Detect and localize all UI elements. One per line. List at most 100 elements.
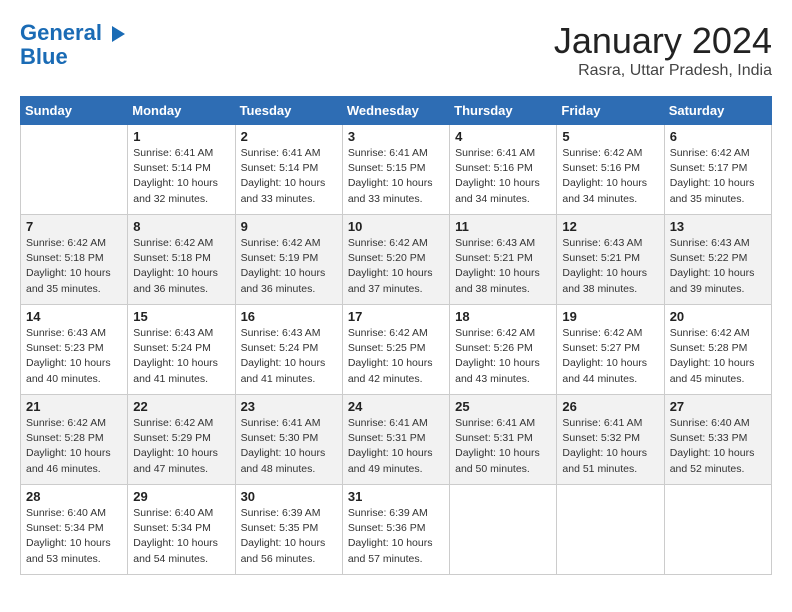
calendar-cell: 2Sunrise: 6:41 AM Sunset: 5:14 PM Daylig… (235, 125, 342, 215)
day-number: 10 (348, 219, 444, 234)
calendar-cell: 6 Sunrise: 6:42 AM Sunset: 5:17 PM Daylig… (664, 125, 771, 215)
month-title: January 2024 (554, 20, 772, 62)
calendar-cell: 30 Sunrise: 6:39 AM Sunset: 5:35 PM Dayli… (235, 485, 342, 575)
day-detail: Sunrise: 6:39 AM Sunset: 5:36 PM Dayligh… (348, 506, 444, 567)
calendar-cell: 13Sunrise: 6:43 AM Sunset: 5:22 PM Dayli… (664, 215, 771, 305)
day-detail: Sunrise: 6:39 AM Sunset: 5:35 PM Dayligh… (241, 506, 337, 567)
day-number: 25 (455, 399, 551, 414)
day-detail: Sunrise: 6:43 AM Sunset: 5:21 PM Dayligh… (455, 236, 551, 297)
calendar-cell: 22 Sunrise: 6:42 AM Sunset: 5:29 PM Dayli… (128, 395, 235, 485)
day-detail: Sunrise: 6:41 AM Sunset: 5:31 PM Dayligh… (455, 416, 551, 477)
day-number: 31 (348, 489, 444, 504)
calendar-cell: 8 Sunrise: 6:42 AM Sunset: 5:18 PM Daylig… (128, 215, 235, 305)
title-block: January 2024 Rasra, Uttar Pradesh, India (554, 20, 772, 80)
day-number: 23 (241, 399, 337, 414)
day-detail: Sunrise: 6:40 AM Sunset: 5:33 PM Dayligh… (670, 416, 766, 477)
day-detail: Sunrise: 6:42 AM Sunset: 5:27 PM Dayligh… (562, 326, 658, 387)
logo: General Blue (20, 20, 125, 70)
calendar-cell: 25 Sunrise: 6:41 AM Sunset: 5:31 PM Dayli… (450, 395, 557, 485)
day-detail: Sunrise: 6:43 AM Sunset: 5:24 PM Dayligh… (133, 326, 229, 387)
day-number: 20 (670, 309, 766, 324)
calendar-cell: 9 Sunrise: 6:42 AM Sunset: 5:19 PM Daylig… (235, 215, 342, 305)
calendar-cell: 24 Sunrise: 6:41 AM Sunset: 5:31 PM Dayli… (342, 395, 449, 485)
day-number: 29 (133, 489, 229, 504)
calendar-cell: 31 Sunrise: 6:39 AM Sunset: 5:36 PM Dayli… (342, 485, 449, 575)
calendar-cell (557, 485, 664, 575)
day-number: 18 (455, 309, 551, 324)
day-detail: Sunrise: 6:42 AM Sunset: 5:19 PM Dayligh… (241, 236, 337, 297)
logo-general: General (20, 20, 102, 45)
col-header-tuesday: Tuesday (235, 97, 342, 125)
day-number: 24 (348, 399, 444, 414)
calendar-cell (450, 485, 557, 575)
day-number: 8 (133, 219, 229, 234)
logo-arrow-shape (112, 26, 125, 42)
day-detail: Sunrise: 6:41 AM Sunset: 5:31 PM Dayligh… (348, 416, 444, 477)
calendar-cell: 26 Sunrise: 6:41 AM Sunset: 5:32 PM Dayli… (557, 395, 664, 485)
calendar-cell: 11 Sunrise: 6:43 AM Sunset: 5:21 PM Dayli… (450, 215, 557, 305)
day-detail: Sunrise: 6:42 AM Sunset: 5:28 PM Dayligh… (670, 326, 766, 387)
day-detail: Sunrise: 6:41 AM Sunset: 5:14 PM Dayligh… (241, 146, 337, 207)
calendar-cell: 18 Sunrise: 6:42 AM Sunset: 5:26 PM Dayli… (450, 305, 557, 395)
day-number: 5 (562, 129, 658, 144)
day-detail: Sunrise: 6:41 AM Sunset: 5:16 PM Dayligh… (455, 146, 551, 207)
calendar-cell: 28 Sunrise: 6:40 AM Sunset: 5:34 PM Dayli… (21, 485, 128, 575)
col-header-friday: Friday (557, 97, 664, 125)
calendar-cell: 19 Sunrise: 6:42 AM Sunset: 5:27 PM Dayli… (557, 305, 664, 395)
day-detail: Sunrise: 6:41 AM Sunset: 5:32 PM Dayligh… (562, 416, 658, 477)
calendar-cell: 29 Sunrise: 6:40 AM Sunset: 5:34 PM Dayli… (128, 485, 235, 575)
location: Rasra, Uttar Pradesh, India (554, 62, 772, 80)
day-number: 22 (133, 399, 229, 414)
calendar-cell: 15 Sunrise: 6:43 AM Sunset: 5:24 PM Dayli… (128, 305, 235, 395)
calendar-cell: 10 Sunrise: 6:42 AM Sunset: 5:20 PM Dayli… (342, 215, 449, 305)
day-detail: Sunrise: 6:42 AM Sunset: 5:29 PM Dayligh… (133, 416, 229, 477)
calendar-cell: 16 Sunrise: 6:43 AM Sunset: 5:24 PM Dayli… (235, 305, 342, 395)
calendar-cell: 14Sunrise: 6:43 AM Sunset: 5:23 PM Dayli… (21, 305, 128, 395)
day-number: 28 (26, 489, 122, 504)
day-detail: Sunrise: 6:43 AM Sunset: 5:24 PM Dayligh… (241, 326, 337, 387)
day-detail: Sunrise: 6:42 AM Sunset: 5:20 PM Dayligh… (348, 236, 444, 297)
calendar-cell: 3 Sunrise: 6:41 AM Sunset: 5:15 PM Daylig… (342, 125, 449, 215)
day-number: 13 (670, 219, 766, 234)
day-number: 9 (241, 219, 337, 234)
col-header-monday: Monday (128, 97, 235, 125)
calendar-cell: 1Sunrise: 6:41 AM Sunset: 5:14 PM Daylig… (128, 125, 235, 215)
day-number: 4 (455, 129, 551, 144)
calendar-cell: 12 Sunrise: 6:43 AM Sunset: 5:21 PM Dayli… (557, 215, 664, 305)
day-number: 6 (670, 129, 766, 144)
day-detail: Sunrise: 6:40 AM Sunset: 5:34 PM Dayligh… (26, 506, 122, 567)
day-number: 12 (562, 219, 658, 234)
day-detail: Sunrise: 6:41 AM Sunset: 5:15 PM Dayligh… (348, 146, 444, 207)
header: General Blue January 2024 Rasra, Uttar P… (20, 20, 772, 80)
col-header-wednesday: Wednesday (342, 97, 449, 125)
day-detail: Sunrise: 6:43 AM Sunset: 5:21 PM Dayligh… (562, 236, 658, 297)
col-header-sunday: Sunday (21, 97, 128, 125)
calendar-cell (21, 125, 128, 215)
calendar-cell: 21Sunrise: 6:42 AM Sunset: 5:28 PM Dayli… (21, 395, 128, 485)
day-detail: Sunrise: 6:42 AM Sunset: 5:17 PM Dayligh… (670, 146, 766, 207)
day-number: 15 (133, 309, 229, 324)
logo-blue: Blue (20, 44, 125, 70)
calendar-cell: 4 Sunrise: 6:41 AM Sunset: 5:16 PM Daylig… (450, 125, 557, 215)
day-number: 17 (348, 309, 444, 324)
day-number: 7 (26, 219, 122, 234)
calendar-cell: 27 Sunrise: 6:40 AM Sunset: 5:33 PM Dayli… (664, 395, 771, 485)
day-number: 26 (562, 399, 658, 414)
calendar-table: SundayMondayTuesdayWednesdayThursdayFrid… (20, 96, 772, 575)
calendar-cell: 20 Sunrise: 6:42 AM Sunset: 5:28 PM Dayli… (664, 305, 771, 395)
day-detail: Sunrise: 6:42 AM Sunset: 5:18 PM Dayligh… (133, 236, 229, 297)
day-number: 11 (455, 219, 551, 234)
day-detail: Sunrise: 6:42 AM Sunset: 5:16 PM Dayligh… (562, 146, 658, 207)
day-detail: Sunrise: 6:40 AM Sunset: 5:34 PM Dayligh… (133, 506, 229, 567)
day-number: 16 (241, 309, 337, 324)
day-number: 30 (241, 489, 337, 504)
calendar-cell (664, 485, 771, 575)
day-number: 3 (348, 129, 444, 144)
day-number: 1 (133, 129, 229, 144)
col-header-saturday: Saturday (664, 97, 771, 125)
day-detail: Sunrise: 6:42 AM Sunset: 5:26 PM Dayligh… (455, 326, 551, 387)
day-detail: Sunrise: 6:42 AM Sunset: 5:25 PM Dayligh… (348, 326, 444, 387)
day-number: 27 (670, 399, 766, 414)
calendar-cell: 23Sunrise: 6:41 AM Sunset: 5:30 PM Dayli… (235, 395, 342, 485)
day-number: 19 (562, 309, 658, 324)
